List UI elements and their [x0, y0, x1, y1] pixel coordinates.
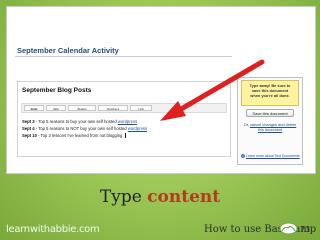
- slide-caption: Type content: [99, 187, 221, 207]
- basecamp-logo-icon: [279, 222, 298, 235]
- arrow-head: [160, 101, 186, 121]
- site-credit: learnwithabbie.com: [6, 224, 100, 235]
- slide-number: 73: [300, 225, 311, 234]
- arrow-shaft: [173, 59, 265, 115]
